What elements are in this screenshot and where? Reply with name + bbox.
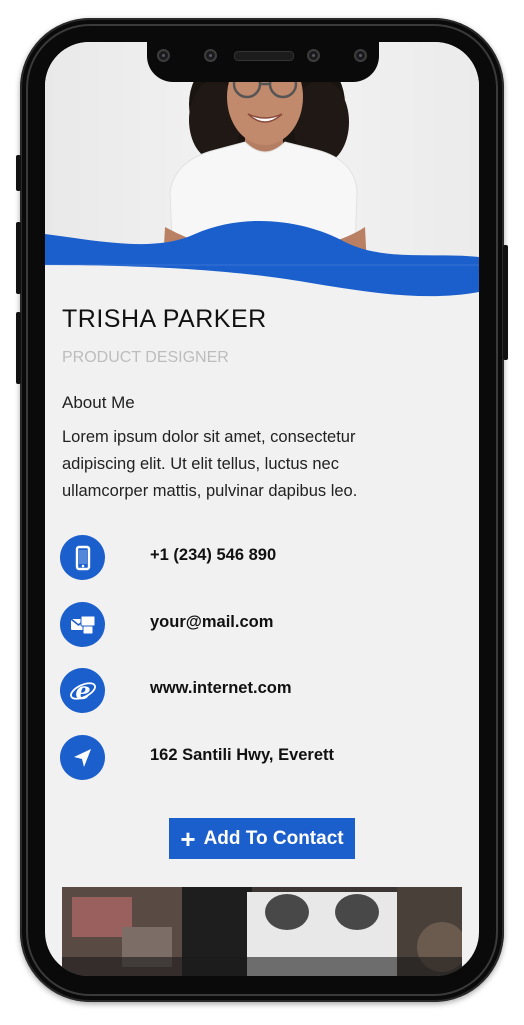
plus-icon: +	[180, 823, 196, 854]
contact-address-row[interactable]: 162 Santili Hwy, Everett	[60, 735, 440, 781]
svg-text:e: e	[75, 677, 90, 705]
profile-title: PRODUCT DESIGNER	[62, 349, 229, 366]
mail-icon	[60, 602, 105, 647]
street-address[interactable]: 162 Santili Hwy, Everett	[150, 746, 334, 765]
website-url[interactable]: www.internet.com	[150, 679, 292, 698]
about-text: Lorem ipsum dolor sit amet, consectetur …	[62, 428, 358, 500]
contact-website-row[interactable]: e www.internet.com	[60, 668, 440, 714]
profile-name: TRISHA PARKER	[62, 305, 267, 333]
mobile-phone-icon	[60, 535, 105, 580]
phone-number[interactable]: +1 (234) 546 890	[150, 546, 276, 565]
screen: TRISHA PARKER PRODUCT DESIGNER About Me …	[45, 42, 479, 976]
email-address[interactable]: your@mail.com	[150, 613, 273, 632]
about-heading: About Me	[62, 393, 135, 412]
add-to-contact-label: Add To Contact	[203, 827, 344, 849]
sensor-left	[157, 49, 170, 62]
gallery-image	[62, 887, 462, 976]
volume-up-button	[16, 222, 21, 294]
location-arrow-icon	[60, 735, 105, 780]
front-camera	[204, 49, 217, 62]
mute-switch	[16, 155, 21, 191]
volume-down-button	[16, 312, 21, 384]
header-wave	[45, 220, 479, 312]
internet-explorer-icon: e	[60, 668, 105, 713]
sensor-right	[307, 49, 320, 62]
contact-email-row[interactable]: your@mail.com	[60, 602, 440, 648]
add-to-contact-button[interactable]: + Add To Contact	[169, 818, 355, 859]
proximity-sensor	[354, 49, 367, 62]
earpiece-speaker	[234, 51, 294, 61]
workspace-photo-illustration	[62, 887, 462, 976]
phone-notch	[147, 36, 379, 82]
power-button	[503, 245, 508, 360]
contact-phone-row[interactable]: +1 (234) 546 890	[60, 535, 440, 581]
